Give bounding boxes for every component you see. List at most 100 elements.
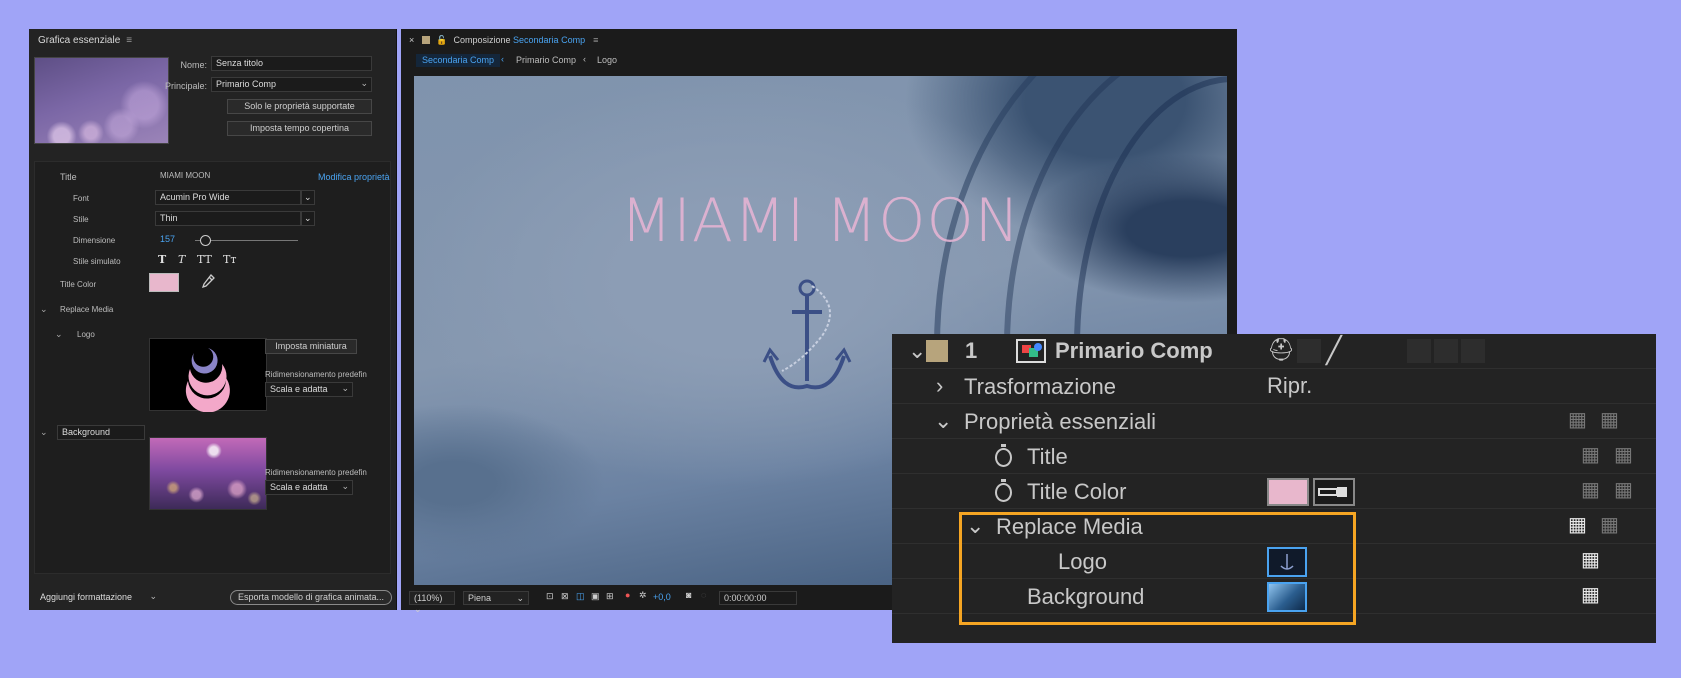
size-label: Dimensione	[73, 236, 116, 245]
exposure-value[interactable]: +0,0	[653, 592, 671, 602]
composition-tab-name: Secondaria Comp	[513, 35, 586, 45]
faux-style-label: Stile simulato	[73, 257, 121, 266]
show-snapshot-icon[interactable]: ◌	[701, 590, 706, 600]
export-mogrt-button[interactable]: Esporta modello di grafica animata...	[230, 590, 392, 605]
layer-label-color[interactable]	[926, 340, 948, 362]
style-dropdown[interactable]: Thin	[155, 211, 301, 226]
zoom-dropdown[interactable]: (110%) ⌄	[409, 591, 455, 614]
size-slider-handle[interactable]	[200, 235, 211, 246]
layer-row[interactable]: ⌄ 1 Primario Comp ⛑ ╱	[892, 334, 1656, 369]
switch-cell[interactable]	[1407, 339, 1431, 363]
title-property-row[interactable]: Title ▦ ▦	[892, 439, 1656, 474]
crumb-secondaria[interactable]: Secondaria Comp	[416, 54, 501, 67]
stopwatch-icon[interactable]	[995, 444, 1012, 467]
background-disclosure-icon[interactable]: ⌄	[40, 427, 48, 438]
push-to-comp-icon[interactable]: ▦	[1568, 512, 1587, 537]
panel-menu-icon[interactable]: ≡	[126, 35, 132, 46]
set-poster-time-button[interactable]: Imposta tempo copertina	[227, 121, 372, 136]
exposure-icon[interactable]: ✲	[639, 590, 647, 601]
logo-disclosure-icon[interactable]: ⌄	[55, 329, 63, 340]
essential-properties-row[interactable]: ⌄ Proprietà essenziali ▦ ▦	[892, 404, 1656, 439]
push-to-comp-icon[interactable]: ▦	[1581, 582, 1600, 607]
logo-label: Logo	[77, 330, 95, 339]
crumb-logo[interactable]: Logo	[597, 55, 617, 65]
panel-tab[interactable]: Grafica essenziale ≡	[29, 29, 396, 51]
title-color-swatch[interactable]	[149, 273, 179, 292]
properties-list: Title MIAMI MOON Modifica proprietà Font…	[34, 161, 391, 574]
edit-properties-link[interactable]: Modifica proprietà	[318, 172, 390, 182]
logo-scale-dropdown[interactable]: Scala e adatta ⌄	[265, 382, 353, 397]
push-to-comp-icon[interactable]: ▦	[1568, 407, 1587, 432]
transparency-grid-icon[interactable]: ⊠	[561, 591, 569, 602]
font-dropdown[interactable]: Acumin Pro Wide	[155, 190, 301, 205]
style-chevron-icon[interactable]: ⌄	[301, 211, 315, 226]
background-media-thumbnail[interactable]	[149, 437, 267, 510]
eyedropper-icon[interactable]	[201, 274, 215, 290]
push-to-comp-icon[interactable]: ▦	[1581, 442, 1600, 467]
shy-layer-icon[interactable]: ⛑	[1267, 337, 1295, 363]
pull-from-comp-icon[interactable]: ▦	[1614, 477, 1633, 502]
transform-label: Trasformazione	[964, 374, 1117, 399]
pull-from-comp-icon[interactable]: ▦	[1600, 512, 1619, 537]
channel-icon[interactable]: ●	[625, 590, 630, 600]
timecode-field[interactable]: 0:00:00:00	[719, 591, 797, 605]
push-to-comp-icon[interactable]: ▦	[1581, 477, 1600, 502]
primary-value: Primario Comp	[216, 79, 277, 89]
switch-cell[interactable]	[1434, 339, 1458, 363]
set-thumbnail-button[interactable]: Imposta miniatura	[265, 339, 357, 354]
primary-dropdown[interactable]: Primario Comp ⌄	[211, 77, 372, 92]
reset-link[interactable]: Ripr.	[1267, 373, 1312, 399]
essential-graphics-panel: Grafica essenziale ≡ Nome: Senza titolo P…	[29, 29, 397, 610]
quality-switch-icon[interactable]: ╱	[1326, 335, 1342, 366]
faux-bold-button[interactable]: T	[158, 253, 166, 266]
background-scale-dropdown[interactable]: Scala e adatta ⌄	[265, 480, 353, 495]
name-field[interactable]: Senza titolo	[211, 56, 372, 71]
switch-cell[interactable]	[1461, 339, 1485, 363]
resolution-value: Piena	[468, 593, 492, 603]
crumb-primario[interactable]: Primario Comp	[516, 55, 576, 65]
grid-icon[interactable]: ⊞	[606, 591, 614, 602]
font-chevron-icon[interactable]: ⌄	[301, 190, 315, 205]
anchor-logo	[762, 279, 852, 390]
resolution-dropdown[interactable]: Piena ⌄	[463, 591, 529, 605]
logo-media-thumbnail[interactable]	[149, 338, 267, 413]
expand-chevron-icon[interactable]: ›	[936, 373, 943, 399]
supported-properties-button[interactable]: Solo le proprietà supportate	[227, 99, 372, 114]
composition-tab[interactable]: × 🔓 Composizione Secondaria Comp ≡	[401, 29, 1237, 51]
snapshot-camera-icon[interactable]: ◙	[686, 590, 691, 600]
stopwatch-icon[interactable]	[995, 479, 1012, 502]
push-to-comp-icon[interactable]: ▦	[1581, 547, 1600, 572]
close-icon[interactable]: ×	[409, 35, 414, 45]
replace-media-disclosure-icon[interactable]: ⌄	[40, 304, 48, 315]
size-value[interactable]: 157	[160, 234, 175, 244]
primary-label: Principale:	[164, 81, 207, 91]
pull-from-comp-icon[interactable]: ▦	[1614, 442, 1633, 467]
switch-cell[interactable]	[1297, 339, 1321, 363]
mask-toggle-icon[interactable]: ◫	[576, 591, 585, 602]
logo-scale-value: Scala e adatta	[270, 384, 328, 394]
fit-icon[interactable]: ⊡	[546, 591, 554, 602]
background-name-field[interactable]: Background	[57, 425, 145, 440]
title-color-swatch[interactable]	[1267, 478, 1309, 506]
all-caps-button[interactable]: TT	[197, 253, 212, 266]
layer-collapse-icon[interactable]: ⌄	[908, 338, 926, 364]
eyedropper-button[interactable]	[1313, 478, 1355, 506]
crescent-moon-logo	[185, 348, 230, 413]
tab-menu-icon[interactable]: ≡	[593, 35, 598, 45]
faux-italic-button[interactable]: T	[178, 253, 185, 266]
background-scale-value: Scala e adatta	[270, 482, 328, 492]
add-formatting-dropdown[interactable]: Aggiungi formattazione ⌄	[35, 590, 161, 605]
title-color-row[interactable]: Title Color ▦ ▦	[892, 474, 1656, 509]
pull-from-comp-icon[interactable]: ▦	[1600, 407, 1619, 432]
layer-name[interactable]: Primario Comp	[1055, 338, 1213, 364]
collapse-chevron-icon[interactable]: ⌄	[934, 408, 952, 434]
region-icon[interactable]: ▣	[591, 591, 600, 602]
lock-icon[interactable]: 🔓	[436, 35, 447, 45]
crumb-separator-icon: ‹	[501, 54, 504, 64]
small-caps-button[interactable]: Tт	[223, 253, 236, 266]
title-prop-label: Title	[60, 172, 77, 182]
title-color-label: Title Color	[1027, 479, 1127, 504]
transform-row[interactable]: › Trasformazione Ripr.	[892, 369, 1656, 404]
label-color-swatch	[422, 36, 431, 44]
composition-icon	[1016, 339, 1046, 363]
